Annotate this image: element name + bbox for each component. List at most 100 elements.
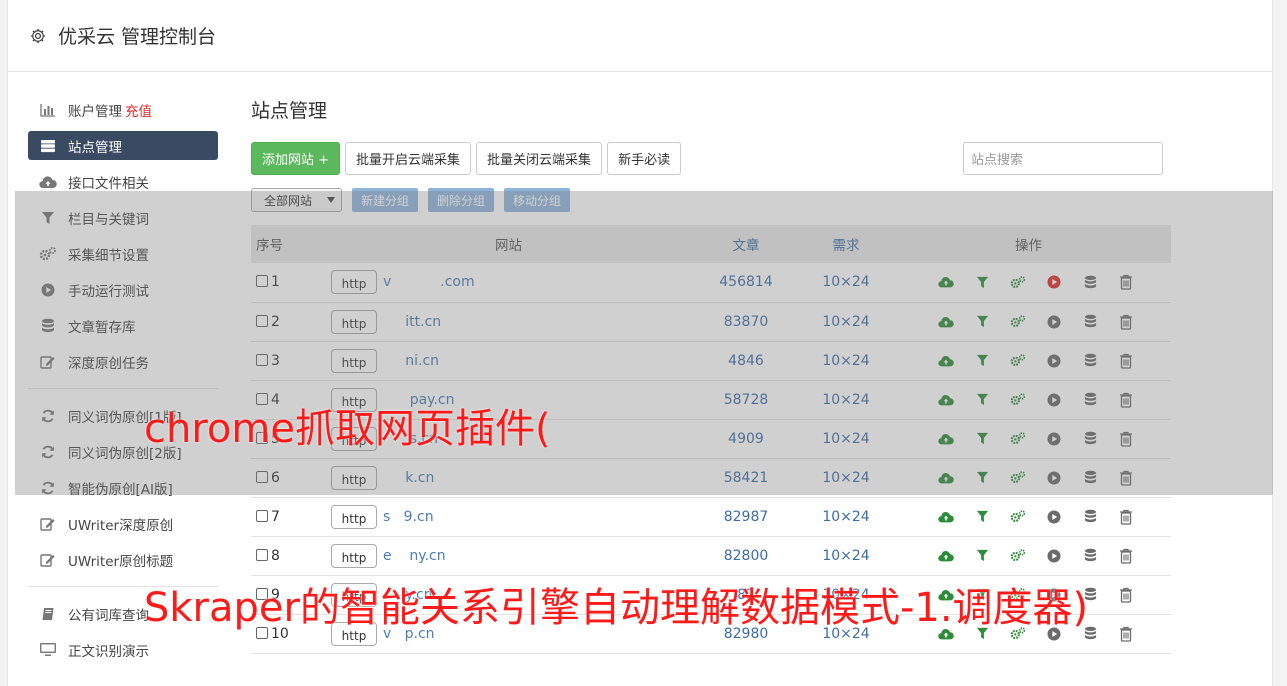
gears-icon[interactable]	[1010, 392, 1026, 408]
gears-icon[interactable]	[1010, 470, 1026, 486]
site-domain-link[interactable]: ni.cn	[383, 353, 439, 369]
site-domain-link[interactable]: itt.cn	[383, 314, 441, 330]
demand-value[interactable]: 10×24	[806, 380, 886, 419]
cloud-upload-icon[interactable]	[938, 431, 954, 447]
demand-value[interactable]: 10×24	[806, 497, 886, 536]
sidebar-item-1[interactable]: 账户管理 充值	[28, 95, 218, 124]
move-group-button[interactable]: 移动分组	[504, 188, 571, 212]
gears-icon[interactable]	[1010, 431, 1026, 447]
gears-icon[interactable]	[1010, 274, 1026, 290]
filter-icon[interactable]	[974, 509, 990, 525]
batch-disable-button[interactable]: 批量关闭云端采集	[476, 142, 603, 175]
sidebar-item-15[interactable]: 正文识别演示	[28, 635, 218, 664]
sidebar-item-4[interactable]: 栏目与关键词	[28, 203, 218, 232]
filter-icon[interactable]	[974, 431, 990, 447]
demand-value[interactable]: 10×24	[806, 458, 886, 497]
newbie-guide-button[interactable]: 新手必读	[607, 142, 682, 175]
database-icon[interactable]	[1082, 392, 1098, 408]
article-count[interactable]: 82800	[686, 536, 806, 575]
row-checkbox[interactable]	[256, 548, 268, 561]
cloud-upload-icon[interactable]	[938, 548, 954, 564]
filter-icon[interactable]	[974, 274, 990, 290]
play-circle-icon[interactable]	[1046, 353, 1062, 369]
cloud-upload-icon[interactable]	[938, 274, 954, 290]
row-checkbox[interactable]	[256, 470, 268, 483]
row-checkbox[interactable]	[256, 314, 268, 327]
play-circle-icon[interactable]	[1046, 392, 1062, 408]
database-icon[interactable]	[1082, 431, 1098, 447]
article-count[interactable]: 4909	[686, 419, 806, 458]
sidebar-item-13[interactable]: UWriter原创标题	[28, 545, 218, 574]
database-icon[interactable]	[1082, 509, 1098, 525]
sidebar-item-11[interactable]: 智能伪原创[AI版]	[28, 473, 218, 502]
batch-enable-button[interactable]: 批量开启云端采集	[345, 142, 472, 175]
sidebar-item-6[interactable]: 手动运行测试	[28, 275, 218, 304]
add-site-button[interactable]: 添加网站 +	[251, 142, 341, 175]
row-checkbox[interactable]	[256, 353, 268, 366]
demand-value[interactable]: 10×24	[806, 263, 886, 302]
database-icon[interactable]	[1082, 353, 1098, 369]
trash-icon[interactable]	[1118, 392, 1134, 408]
recharge-link[interactable]: 充值	[125, 100, 152, 120]
filter-icon[interactable]	[974, 548, 990, 564]
demand-value[interactable]: 10×24	[806, 341, 886, 380]
trash-icon[interactable]	[1118, 470, 1134, 486]
article-count[interactable]: 456814	[686, 263, 806, 302]
site-domain-link[interactable]: v .com	[383, 274, 475, 290]
play-circle-icon[interactable]	[1046, 314, 1062, 330]
cloud-upload-icon[interactable]	[938, 392, 954, 408]
sidebar-item-5[interactable]: 采集细节设置	[28, 239, 218, 268]
cloud-upload-icon[interactable]	[938, 353, 954, 369]
play-circle-icon[interactable]	[1046, 470, 1062, 486]
delete-group-button[interactable]: 删除分组	[428, 188, 495, 212]
article-count[interactable]: 83870	[686, 302, 806, 341]
play-circle-icon[interactable]	[1046, 509, 1062, 525]
database-icon[interactable]	[1082, 274, 1098, 290]
article-count[interactable]: 58421	[686, 458, 806, 497]
trash-icon[interactable]	[1118, 626, 1134, 642]
gears-icon[interactable]	[1010, 509, 1026, 525]
play-circle-icon[interactable]	[1046, 274, 1062, 290]
gears-icon[interactable]	[1010, 548, 1026, 564]
article-count[interactable]: 4846	[686, 341, 806, 380]
site-domain-link[interactable]: e ny.cn	[383, 548, 446, 564]
cloud-upload-icon[interactable]	[938, 509, 954, 525]
database-icon[interactable]	[1082, 314, 1098, 330]
article-count[interactable]: 58728	[686, 380, 806, 419]
database-icon[interactable]	[1082, 548, 1098, 564]
row-checkbox[interactable]	[256, 275, 268, 288]
site-domain-link[interactable]: k.cn	[383, 470, 434, 486]
demand-value[interactable]: 10×24	[806, 302, 886, 341]
sidebar-item-12[interactable]: UWriter深度原创	[28, 509, 218, 538]
gears-icon[interactable]	[1010, 353, 1026, 369]
row-checkbox[interactable]	[256, 509, 268, 522]
cloud-upload-icon[interactable]	[938, 470, 954, 486]
site-search-input[interactable]: 站点搜索	[963, 142, 1163, 175]
database-icon[interactable]	[1082, 470, 1098, 486]
trash-icon[interactable]	[1118, 548, 1134, 564]
demand-value[interactable]: 10×24	[806, 419, 886, 458]
sidebar-item-2[interactable]: 站点管理	[28, 131, 218, 160]
cloud-upload-icon[interactable]	[938, 314, 954, 330]
filter-icon[interactable]	[974, 470, 990, 486]
filter-icon[interactable]	[974, 314, 990, 330]
trash-icon[interactable]	[1118, 314, 1134, 330]
trash-icon[interactable]	[1118, 587, 1134, 603]
article-count[interactable]: 82987	[686, 497, 806, 536]
gears-icon[interactable]	[1010, 314, 1026, 330]
demand-value[interactable]: 10×24	[806, 536, 886, 575]
play-circle-icon[interactable]	[1046, 548, 1062, 564]
filter-icon[interactable]	[974, 392, 990, 408]
trash-icon[interactable]	[1118, 353, 1134, 369]
trash-icon[interactable]	[1118, 509, 1134, 525]
new-group-button[interactable]: 新建分组	[352, 188, 419, 212]
filter-icon[interactable]	[974, 353, 990, 369]
trash-icon[interactable]	[1118, 274, 1134, 290]
sidebar-item-7[interactable]: 文章暂存库	[28, 311, 218, 340]
sidebar-item-3[interactable]: 接口文件相关	[28, 167, 218, 196]
group-select[interactable]: 全部网站	[251, 188, 342, 212]
site-domain-link[interactable]: s 9.cn	[383, 509, 434, 525]
sidebar-item-8[interactable]: 深度原创任务	[28, 347, 218, 376]
trash-icon[interactable]	[1118, 431, 1134, 447]
play-circle-icon[interactable]	[1046, 431, 1062, 447]
